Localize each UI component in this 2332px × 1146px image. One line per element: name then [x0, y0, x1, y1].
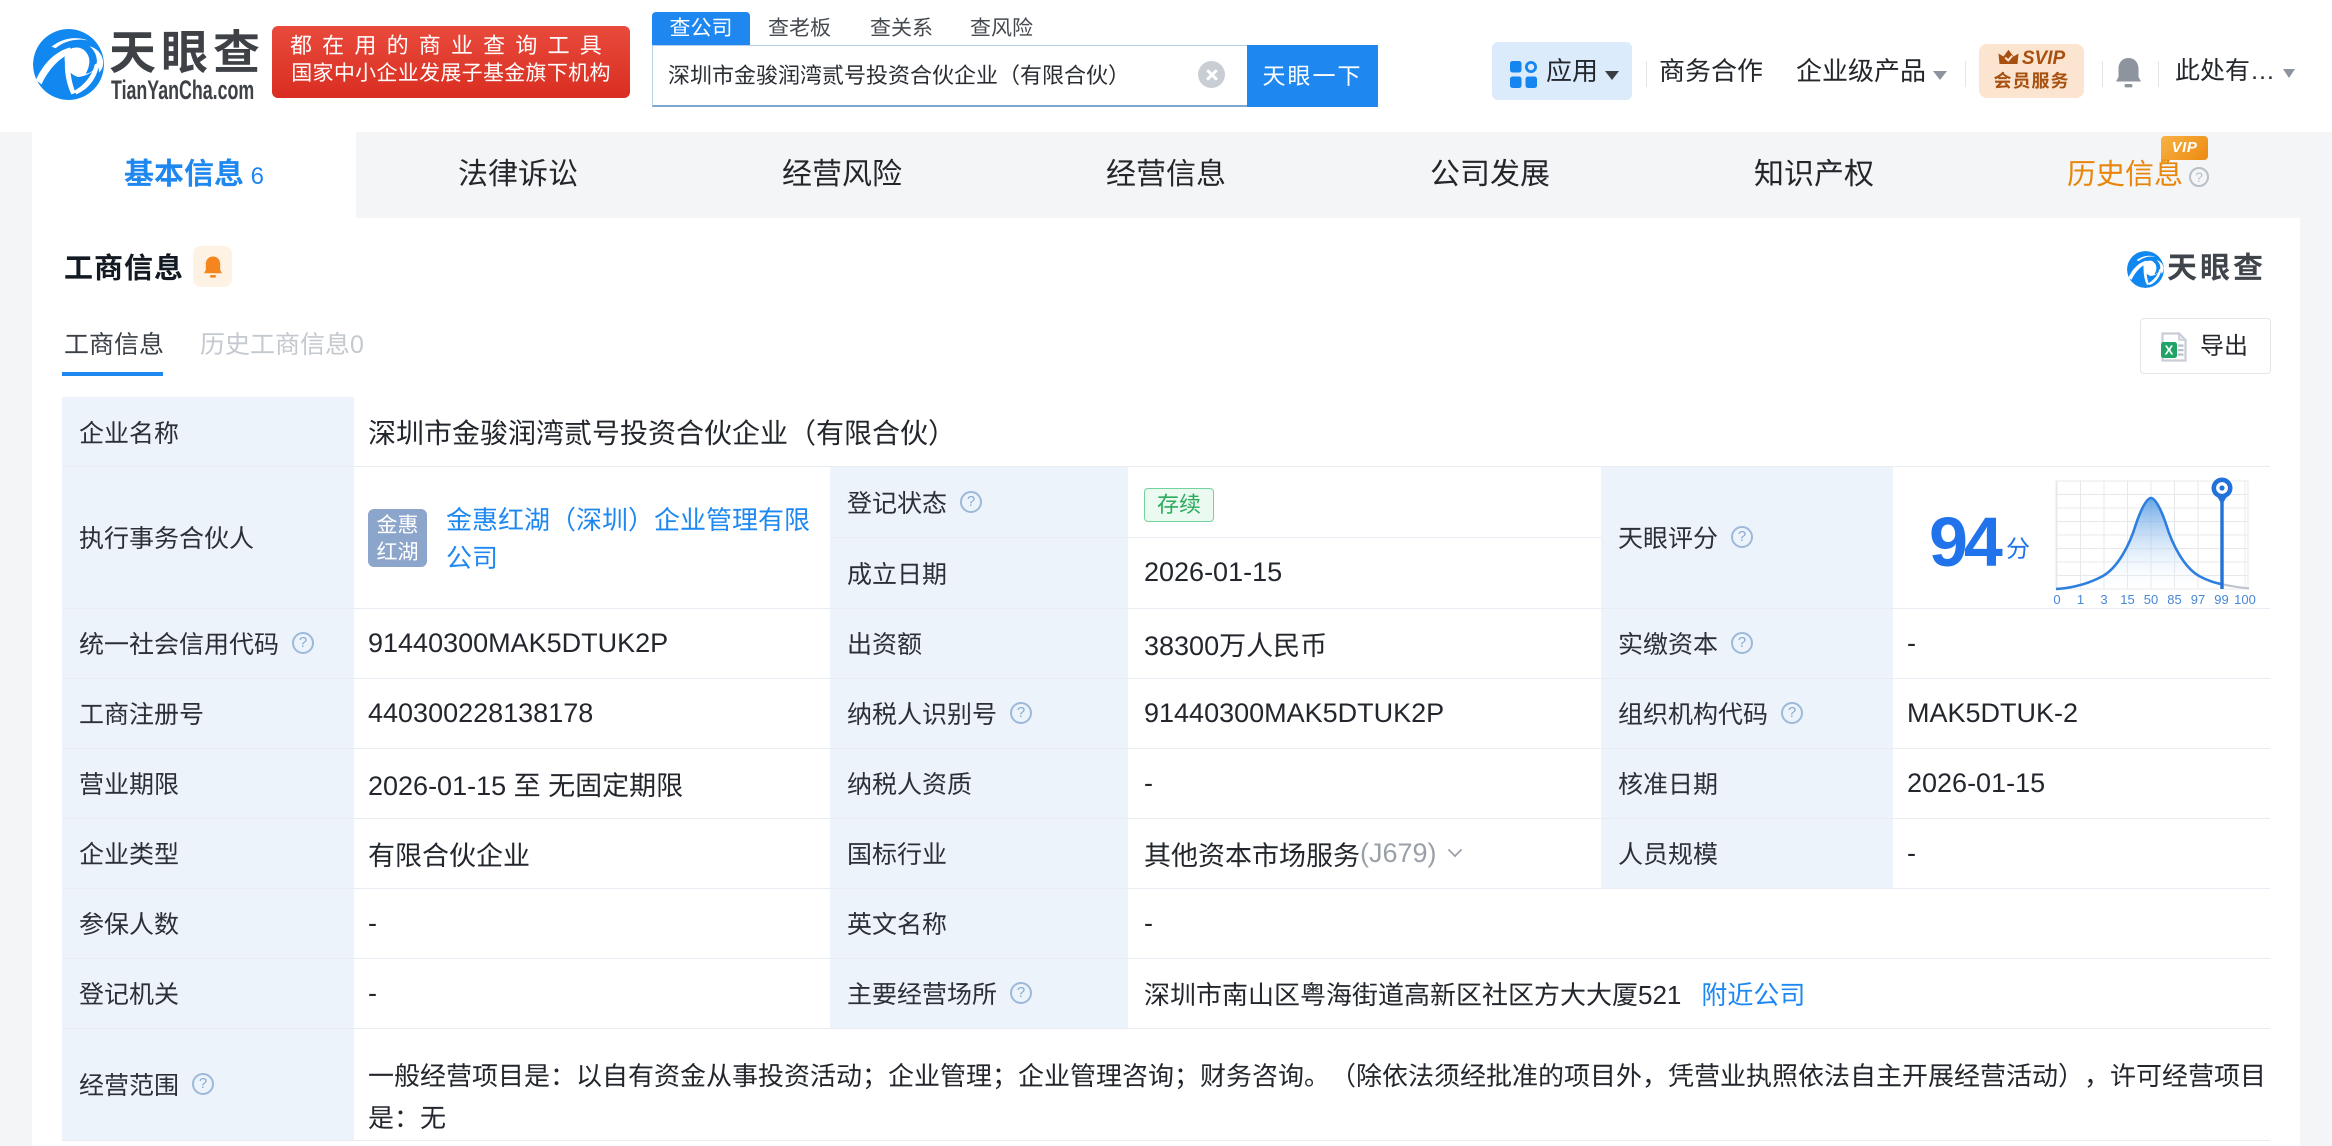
svg-text:X: X [2165, 343, 2174, 358]
svg-text:99: 99 [2214, 592, 2228, 607]
svg-text:15: 15 [2120, 592, 2134, 607]
svg-text:3: 3 [2100, 592, 2107, 607]
svg-text:0: 0 [2053, 592, 2060, 607]
svg-text:50: 50 [2144, 592, 2158, 607]
svg-text:1: 1 [2077, 592, 2084, 607]
svg-text:100: 100 [2234, 592, 2256, 607]
svg-text:85: 85 [2167, 592, 2181, 607]
svg-text:97: 97 [2191, 592, 2205, 607]
